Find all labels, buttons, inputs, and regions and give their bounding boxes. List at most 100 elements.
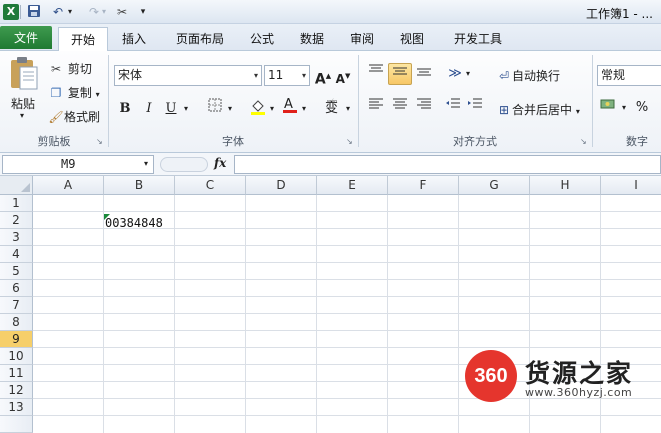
fill-color-dropdown-icon[interactable]: ▾	[268, 98, 276, 120]
paste-icon[interactable]	[8, 55, 42, 95]
tab-insert[interactable]: 插入	[112, 27, 156, 51]
align-left-icon[interactable]	[364, 97, 388, 119]
number-format-select[interactable]: 常规	[597, 65, 661, 86]
column-header-g[interactable]: G	[459, 176, 530, 195]
cell-b2[interactable]: 00384848	[105, 215, 163, 232]
tab-formulas[interactable]: 公式	[240, 27, 284, 51]
currency-dropdown-icon[interactable]: ▾	[620, 97, 628, 119]
align-right-icon[interactable]	[412, 97, 436, 119]
border-dropdown-icon[interactable]: ▾	[226, 98, 234, 120]
copy-dropdown-icon[interactable]: ▾	[96, 90, 100, 99]
row-header-11[interactable]: 11	[0, 365, 33, 382]
column-header-f[interactable]: F	[388, 176, 459, 195]
font-size-value: 11	[268, 68, 284, 82]
name-box-dropdown-icon[interactable]: ▾	[144, 159, 148, 168]
paste-button[interactable]: 粘贴	[11, 95, 35, 112]
grow-font-button[interactable]: A▲	[314, 65, 332, 88]
merge-center-label: 合并后居中	[512, 103, 573, 117]
column-header-b[interactable]: B	[104, 176, 175, 195]
align-bottom-icon[interactable]	[412, 63, 436, 85]
gridline	[387, 195, 388, 433]
shrink-font-button[interactable]: A▼	[334, 65, 352, 87]
column-header-c[interactable]: C	[175, 176, 246, 195]
insert-function-icon[interactable]: fx	[214, 156, 226, 170]
format-painter-button[interactable]: 🖌格式刷	[48, 108, 100, 125]
row-header-4[interactable]: 4	[0, 246, 33, 263]
wrap-text-button[interactable]: ⏎ 自动换行	[496, 67, 560, 84]
phonetic-guide-icon[interactable]: 变 wén	[322, 98, 344, 120]
watermark-site-name: 货源之家	[525, 359, 634, 388]
font-launcher-icon[interactable]: ↘	[346, 137, 353, 146]
paste-dropdown-icon[interactable]: ▾	[20, 111, 24, 120]
row-header-2[interactable]: 2	[0, 212, 33, 229]
increase-indent-icon[interactable]	[464, 97, 486, 119]
font-name-select[interactable]: 宋体 ▾	[114, 65, 262, 86]
alignment-launcher-icon[interactable]: ↘	[580, 137, 587, 146]
italic-button[interactable]: I	[140, 98, 158, 120]
merge-center-button[interactable]: ⊞ 合并后居中 ▾	[496, 101, 580, 118]
underline-button[interactable]: U	[162, 98, 180, 120]
orientation-icon[interactable]: ≫	[444, 63, 466, 85]
column-header-a[interactable]: A	[33, 176, 104, 195]
row-header-7[interactable]: 7	[0, 297, 33, 314]
row-header-3[interactable]: 3	[0, 229, 33, 246]
merge-cells-icon: ⊞	[498, 103, 510, 117]
excel-app-icon[interactable]: X	[3, 4, 19, 20]
tools-icon[interactable]: ✂	[114, 4, 130, 20]
row-header-10[interactable]: 10	[0, 348, 33, 365]
tab-page-layout[interactable]: 页面布局	[164, 27, 236, 51]
tab-file[interactable]: 文件	[0, 26, 52, 49]
border-icon[interactable]	[205, 98, 225, 120]
row-header-6[interactable]: 6	[0, 280, 33, 297]
column-header-h[interactable]: H	[530, 176, 601, 195]
font-color-icon[interactable]: A	[280, 95, 300, 117]
percent-button[interactable]: %	[632, 97, 652, 119]
clipboard-launcher-icon[interactable]: ↘	[96, 137, 103, 146]
row-header-9[interactable]: 9	[0, 331, 33, 348]
decrease-indent-icon[interactable]	[442, 97, 464, 119]
currency-icon[interactable]	[598, 97, 620, 119]
save-icon[interactable]	[26, 4, 42, 20]
column-header-e[interactable]: E	[317, 176, 388, 195]
bold-button[interactable]: B	[116, 98, 134, 120]
row-header-5[interactable]: 5	[0, 263, 33, 280]
font-size-select[interactable]: 11 ▾	[264, 65, 310, 86]
formula-input[interactable]	[234, 155, 661, 174]
undo-icon[interactable]: ↶	[50, 4, 66, 20]
tab-view[interactable]: 视图	[390, 27, 434, 51]
align-middle-icon[interactable]	[388, 63, 412, 85]
tab-home[interactable]: 开始	[58, 27, 108, 52]
tab-data[interactable]: 数据	[290, 27, 334, 51]
undo-dropdown-icon[interactable]: ▾	[66, 4, 74, 20]
clipboard-group-label: 剪贴板	[37, 135, 71, 148]
select-all-button[interactable]	[0, 176, 33, 195]
underline-dropdown-icon[interactable]: ▾	[182, 98, 190, 120]
copy-button[interactable]: ❐ 复制 ▾	[48, 84, 100, 101]
cut-button[interactable]: ✂ 剪切	[48, 60, 92, 77]
column-header-i[interactable]: I	[601, 176, 661, 195]
fill-color-icon[interactable]	[248, 98, 268, 120]
redo-dropdown-icon[interactable]: ▾	[100, 4, 108, 20]
title-bar: X ↶ ▾ ↷ ▾ ✂ ▾ 工作簿1 - ...	[0, 0, 661, 24]
row-header-13[interactable]: 13	[0, 399, 33, 416]
customize-toolbar-icon[interactable]: ▾	[138, 4, 148, 20]
align-top-icon[interactable]	[364, 63, 388, 85]
ribbon: 粘贴 ▾ ✂ 剪切 ❐ 复制 ▾ 🖌格式刷 剪贴板 ↘ 宋体 ▾ 11 ▾ A▲…	[0, 51, 661, 153]
column-header-d[interactable]: D	[246, 176, 317, 195]
gridline	[458, 195, 459, 433]
row-header-8[interactable]: 8	[0, 314, 33, 331]
row-header-12[interactable]: 12	[0, 382, 33, 399]
font-color-dropdown-icon[interactable]: ▾	[300, 98, 308, 120]
name-box[interactable]: M9	[2, 155, 154, 174]
row-header-1[interactable]: 1	[0, 195, 33, 212]
formula-bar-splitter[interactable]	[160, 157, 208, 172]
align-center-icon[interactable]	[388, 97, 412, 119]
gridline	[33, 262, 661, 263]
tab-developer[interactable]: 开发工具	[446, 27, 510, 51]
phonetic-dropdown-icon[interactable]: ▾	[344, 98, 352, 120]
gridline	[174, 195, 175, 433]
orientation-dropdown-icon[interactable]: ▾	[464, 63, 472, 85]
row-header-14[interactable]	[0, 416, 33, 433]
tab-review[interactable]: 审阅	[340, 27, 384, 51]
wrap-text-label: 自动换行	[512, 69, 561, 83]
